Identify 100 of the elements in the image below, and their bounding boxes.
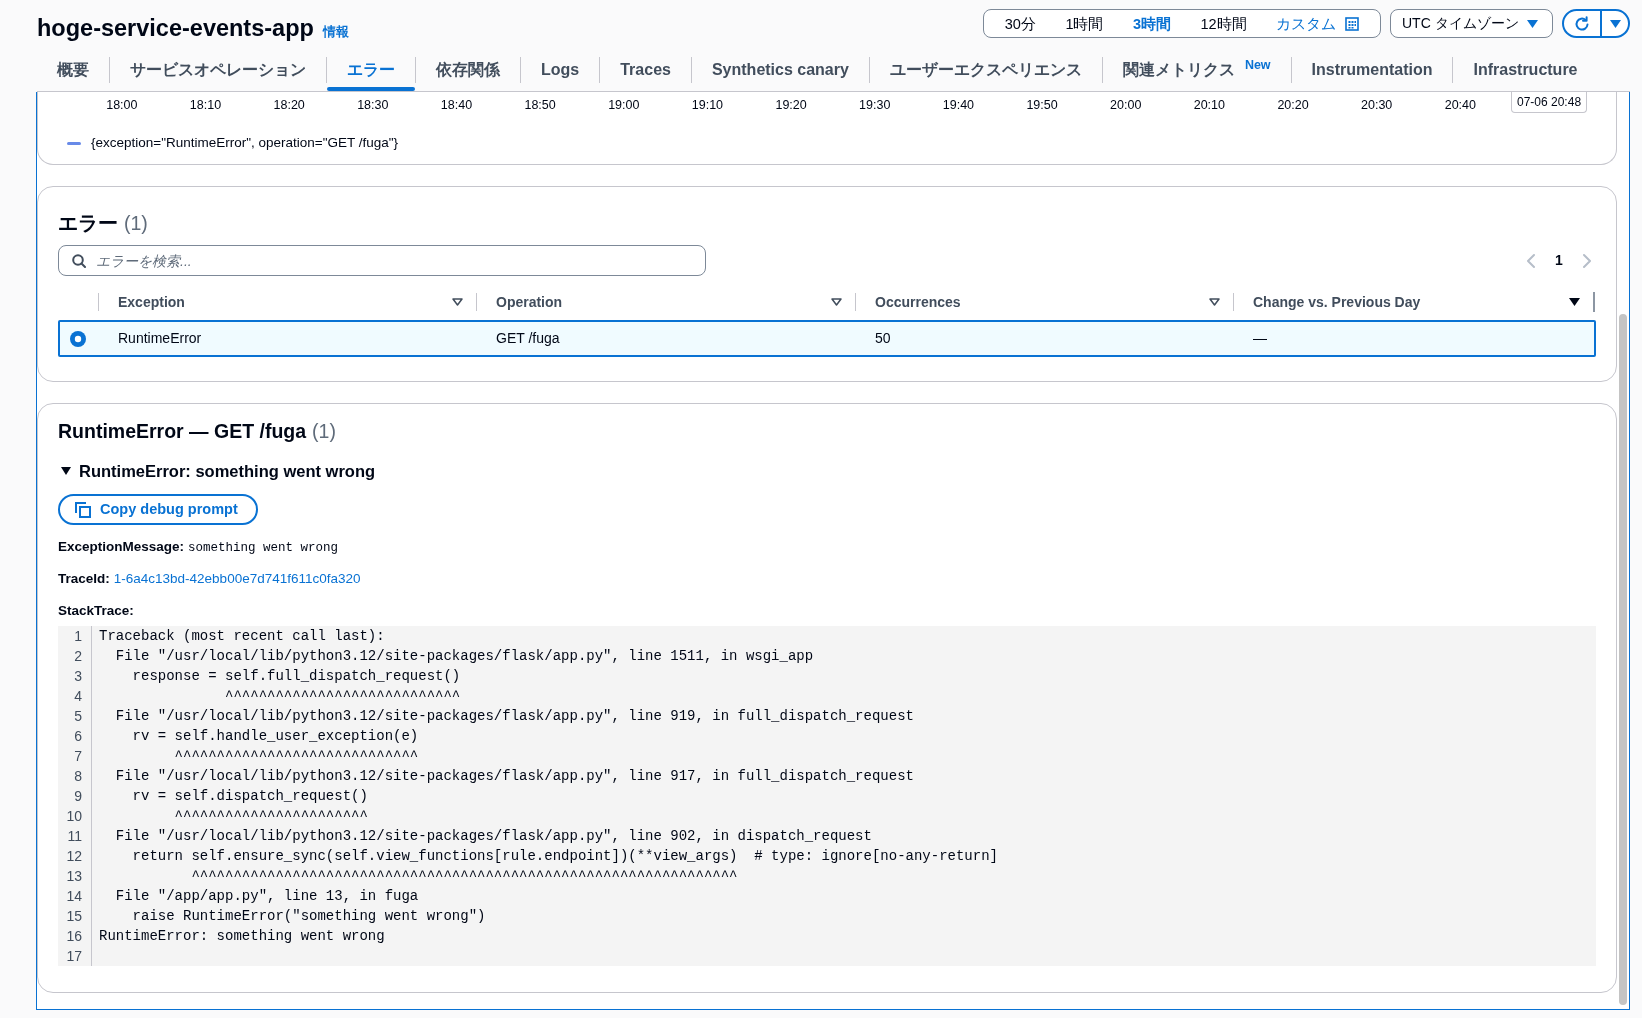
tab[interactable]: 概要	[37, 52, 109, 91]
column-header[interactable]: Exception	[118, 291, 185, 313]
code-line: ^^^^^^^^^^^^^^^^^^^^^^^^^^^^^^^^^^^^^^^^^^^^^^^^^^^^^^^^^^^^^^^^^	[190, 867, 738, 886]
field-value: something went wrong	[188, 540, 339, 557]
table-cell-text: GET /fuga	[495, 329, 561, 348]
code-line: response = self.full_dispatch_request()	[131, 667, 461, 686]
axis-label: 19:00	[607, 97, 641, 113]
code-line: rv = self.handle_user_exception(e)	[131, 727, 419, 746]
axis-label: 19:20	[774, 97, 808, 113]
axis-label: 18:40	[439, 97, 474, 113]
axis-label: 19:40	[941, 97, 976, 113]
code-line: File "/app/app.py", line 13, in fuga	[114, 887, 419, 906]
time-range-option[interactable]: 30分	[998, 10, 1042, 37]
time-range-option[interactable]: 12時間	[1194, 10, 1253, 37]
axis-label: 20:30	[1360, 97, 1394, 113]
line-number: 3	[58, 666, 92, 686]
axis-label: 18:30	[356, 97, 390, 113]
caret-down-icon	[1527, 19, 1538, 28]
table-cell-text: 50	[874, 329, 892, 348]
time-range-option[interactable]: 1時間	[1059, 10, 1110, 37]
axis-label: 18:50	[523, 97, 557, 113]
code-line: File "/usr/local/lib/python3.12/site-packages/flask/app.py", line 919, in full_dispatch_request	[114, 707, 914, 726]
line-number: 16	[58, 926, 92, 946]
sort-icon[interactable]	[452, 298, 463, 306]
calendar-icon	[1345, 16, 1360, 31]
axis-label: 20:10	[1192, 97, 1226, 113]
axis-label: 19:10	[690, 97, 725, 113]
line-number: 13	[58, 866, 92, 886]
code-line: File "/usr/local/lib/python3.12/site-packages/flask/app.py", line 1511, in wsgi_app	[114, 647, 814, 666]
code-line: raise RuntimeError("something went wrong")	[131, 907, 486, 926]
axis-label: 20:40	[1443, 97, 1477, 113]
section-title: RuntimeError — GET /fuga	[58, 419, 307, 444]
search-field[interactable]: エラーを検索...	[58, 245, 706, 276]
tab[interactable]: Logs	[521, 52, 600, 91]
axis-label: 18:20	[272, 97, 306, 113]
field-label: StackTrace:	[58, 602, 134, 620]
code-line: rv = self.dispatch_request()	[131, 787, 368, 806]
column-header[interactable]: Change vs. Previous Day	[1253, 291, 1421, 313]
tab[interactable]: Traces	[600, 52, 691, 91]
copy-debug-prompt-button[interactable]: Copy debug prompt	[58, 494, 258, 525]
page-title: hoge-service-events-app	[37, 14, 314, 42]
sort-descending-icon[interactable]	[1569, 298, 1580, 306]
new-label: New	[1244, 57, 1271, 75]
axis-label: 18:10	[188, 97, 223, 113]
caret-down-icon	[1609, 19, 1621, 28]
axis-label: 20:00	[1109, 97, 1143, 113]
refresh-split-button[interactable]	[1562, 9, 1630, 38]
code-line: File "/usr/local/lib/python3.12/site-packages/flask/app.py", line 902, in dispatch_request	[114, 827, 872, 846]
code-line: Traceback (most recent call last):	[98, 627, 385, 646]
legend-label: {exception="RuntimeError", operation="GET /fuga"}	[91, 134, 399, 152]
field-label: TraceId:	[58, 570, 110, 588]
table-row[interactable]: RuntimeError GET /fuga 50 —	[58, 320, 1596, 357]
line-number: 5	[58, 706, 92, 726]
axis-label: 19:30	[858, 97, 892, 113]
custom-range-button[interactable]: カスタム	[1270, 10, 1366, 37]
copy-icon	[75, 501, 91, 518]
axis-label: 18:00	[105, 97, 139, 113]
timezone-select[interactable]: UTC タイムゾーン	[1390, 9, 1553, 38]
line-number: 1	[58, 626, 92, 646]
line-number: 2	[58, 646, 92, 666]
code-line: ^^^^^^^^^^^^^^^^^^^^^^^	[173, 807, 368, 826]
page-number-button[interactable]: 1	[1551, 250, 1567, 271]
tab[interactable]: 関連メトリクス New	[1102, 52, 1291, 91]
time-range-option[interactable]: 3時間	[1126, 10, 1178, 37]
code-line: ^^^^^^^^^^^^^^^^^^^^^^^^^^^^^	[173, 747, 419, 766]
column-header[interactable]: Occurrences	[875, 291, 961, 313]
hover-time-label: 07-06 20:48	[1511, 92, 1588, 113]
radio-button[interactable]	[70, 330, 86, 347]
section-toggle[interactable]: RuntimeError: something went wrong	[58, 460, 376, 482]
tab[interactable]: ユーザーエクスペリエンス	[869, 52, 1102, 91]
count-label: (1)	[124, 211, 148, 236]
tab[interactable]: エラー	[327, 52, 415, 91]
section-title: エラー	[58, 211, 118, 236]
code-line: ^^^^^^^^^^^^^^^^^^^^^^^^^^^^	[224, 687, 461, 706]
sort-icon[interactable]	[1209, 298, 1220, 306]
trace-id-link[interactable]: 1-6a4c13bd-42ebb00e7d741f611c0fa320	[113, 569, 361, 589]
line-number: 4	[58, 686, 92, 706]
tab[interactable]: 依存関係	[416, 52, 520, 91]
line-number: 17	[58, 946, 92, 966]
tab[interactable]: Synthetics canary	[691, 52, 869, 91]
sort-icon[interactable]	[831, 298, 842, 306]
axis-label: 19:50	[1025, 97, 1059, 113]
tab[interactable]: サービスオペレーション	[110, 52, 326, 91]
line-number: 10	[58, 806, 92, 826]
info-link[interactable]: 情報	[322, 23, 349, 42]
table-cell-text: —	[1252, 329, 1268, 348]
field-label: ExceptionMessage:	[58, 538, 185, 556]
line-number: 6	[58, 726, 92, 746]
scrollbar-thumb[interactable]	[1619, 314, 1627, 1005]
tab[interactable]: Instrumentation	[1291, 52, 1453, 91]
line-number: 14	[58, 886, 92, 906]
line-number: 11	[58, 826, 92, 846]
code-line: return self.ensure_sync(self.view_functions[rule.endpoint])(**view_args) # type: ignore[no-any-return]	[131, 847, 998, 866]
search-icon	[72, 253, 86, 268]
count-label: (1)	[312, 419, 336, 444]
line-number: 8	[58, 766, 92, 786]
line-number: 12	[58, 846, 92, 866]
column-header[interactable]: Operation	[496, 291, 563, 313]
tab[interactable]: Infrastructure	[1453, 52, 1598, 91]
axis-label: 20:20	[1276, 97, 1310, 113]
